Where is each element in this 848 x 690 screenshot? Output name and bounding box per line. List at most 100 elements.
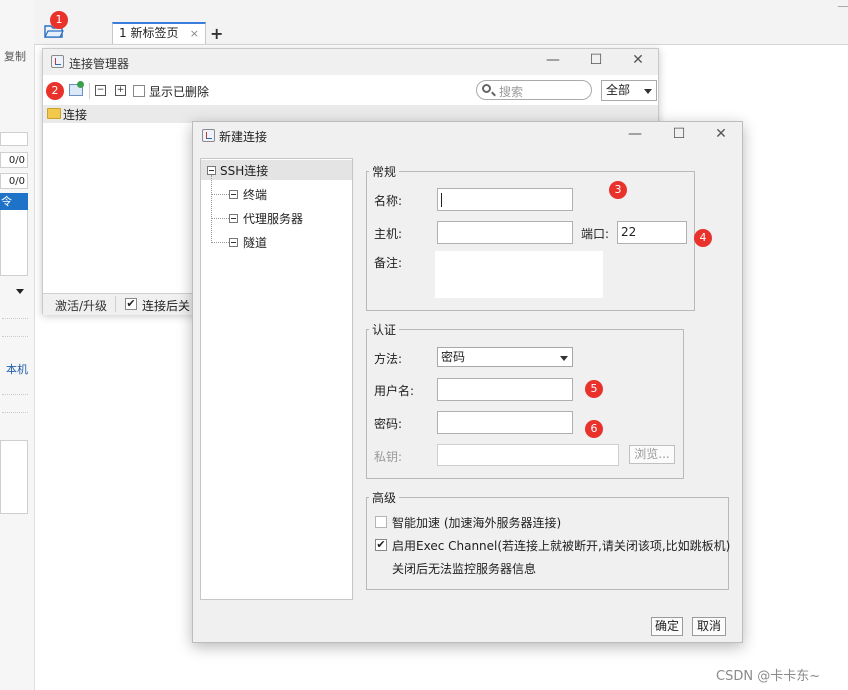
minimize-button[interactable]: —: [538, 52, 568, 68]
close-icon[interactable]: ×: [190, 25, 199, 43]
tab-label: 1 新标签页: [119, 26, 179, 40]
tree-item-proxy[interactable]: 代理服务器: [243, 210, 303, 227]
maximize-button[interactable]: ☐: [581, 52, 611, 68]
port-label: 端口:: [581, 227, 610, 241]
note-label: 备注:: [374, 256, 403, 270]
app-icon: [202, 129, 215, 142]
local-label[interactable]: 本机: [6, 361, 28, 377]
folder-icon: [47, 108, 61, 119]
cancel-button[interactable]: 取消: [692, 617, 726, 636]
divider: [2, 318, 28, 319]
divider: [2, 336, 28, 337]
search-input[interactable]: 搜索: [476, 80, 592, 100]
add-tab-icon[interactable]: +: [210, 24, 223, 43]
new-connection-dialog: 新建连接 — ☐ ✕ SSH连接 终端 代理服务器 隧道 常规 名称: 3 主机…: [192, 121, 743, 643]
filter-select[interactable]: 全部: [601, 80, 657, 101]
tree-item-terminal[interactable]: 终端: [243, 186, 267, 203]
search-placeholder: 搜索: [499, 85, 524, 99]
annotation-badge-2: 2: [46, 82, 64, 100]
minimize-button[interactable]: —: [620, 126, 650, 142]
dialog-title: 新建连接: [219, 130, 268, 144]
name-input[interactable]: [437, 188, 573, 211]
port-input[interactable]: 22: [617, 221, 687, 244]
exec-channel-checkbox[interactable]: ✔: [375, 539, 387, 551]
auth-legend: 认证: [369, 321, 400, 338]
watermark: CSDN @卡卡东~: [716, 669, 821, 684]
method-select[interactable]: 密码: [437, 347, 573, 367]
tree-item-tunnel[interactable]: 隧道: [243, 234, 267, 251]
close-button[interactable]: ✕: [623, 52, 653, 68]
advanced-legend: 高级: [369, 489, 400, 506]
password-label: 密码:: [374, 417, 403, 431]
ok-button[interactable]: 确定: [651, 617, 683, 636]
search-icon: [482, 84, 491, 93]
folder-label: 连接: [63, 108, 88, 122]
window-title: 连接管理器: [69, 57, 130, 71]
tree-line: [211, 218, 229, 219]
private-key-input[interactable]: [437, 444, 619, 466]
method-value: 密码: [441, 350, 466, 364]
annotation-badge-4: 4: [694, 229, 712, 247]
show-deleted-checkbox[interactable]: [133, 85, 145, 97]
annotation-badge-1: 1: [50, 11, 68, 29]
tree-root-label: SSH连接: [220, 164, 269, 178]
settings-tree: SSH连接 终端 代理服务器 隧道: [200, 158, 353, 600]
method-label: 方法:: [374, 352, 403, 366]
left-input[interactable]: [0, 132, 28, 146]
username-input[interactable]: [437, 378, 573, 401]
tree-line: [211, 194, 229, 195]
left-background-panel: 复制 0/0 0/0 令 本机: [0, 0, 35, 690]
host-label: 主机:: [374, 227, 403, 241]
divider: [89, 83, 90, 99]
host-input[interactable]: [437, 221, 573, 244]
name-label: 名称:: [374, 194, 403, 208]
exec-channel-note: 关闭后无法监控服务器信息: [392, 562, 537, 576]
collapse-icon[interactable]: [207, 166, 216, 175]
private-key-label: 私钥:: [374, 450, 403, 464]
tab-bar: 1 新标签页 × +: [34, 0, 848, 45]
chevron-down-icon: [644, 89, 652, 94]
password-input[interactable]: [437, 411, 573, 434]
counter-2: 0/0: [0, 173, 28, 189]
close-button[interactable]: ✕: [706, 126, 736, 142]
text-cursor: [441, 193, 442, 207]
left-list: [0, 210, 28, 276]
left-box: [0, 440, 28, 514]
annotation-badge-5: 5: [585, 380, 603, 398]
general-legend: 常规: [369, 163, 400, 180]
connect-after-label: 连接后关: [142, 299, 191, 313]
app-icon: [51, 55, 64, 68]
title-bar: 连接管理器 — ☐ ✕: [43, 49, 658, 75]
chevron-down-icon: [560, 356, 568, 361]
smart-accel-label: 智能加速 (加速海外服务器连接): [392, 516, 562, 530]
username-label: 用户名:: [374, 384, 415, 398]
connect-after-checkbox[interactable]: ✔: [125, 298, 137, 310]
divider: [2, 394, 28, 395]
maximize-button[interactable]: ☐: [664, 126, 694, 142]
collapse-icon[interactable]: [229, 190, 238, 199]
divider: [2, 412, 28, 413]
counter-1: 0/0: [0, 152, 28, 168]
filter-value: 全部: [606, 83, 631, 97]
annotation-badge-3: 3: [609, 181, 627, 199]
note-textarea[interactable]: [435, 251, 603, 298]
new-connection-icon[interactable]: [69, 81, 84, 96]
collapse-icon[interactable]: [229, 238, 238, 247]
show-deleted-label: 显示已删除: [149, 85, 210, 99]
activate-link[interactable]: 激活/升级: [55, 297, 107, 314]
collapse-icon[interactable]: −: [95, 85, 106, 96]
smart-accel-checkbox[interactable]: [375, 516, 387, 528]
tab-new[interactable]: 1 新标签页 ×: [112, 22, 206, 44]
copy-label[interactable]: 复制: [4, 48, 26, 64]
left-highlight-item[interactable]: 令: [0, 193, 28, 210]
dropdown-arrow-icon[interactable]: [16, 289, 24, 294]
exec-channel-label: 启用Exec Channel(若连接上就被断开,请关闭该项,比如跳板机): [392, 539, 731, 553]
expand-icon[interactable]: +: [115, 85, 126, 96]
browse-button[interactable]: 浏览...: [629, 445, 675, 464]
tree-line: [211, 242, 229, 243]
tree-line: [211, 175, 212, 243]
collapse-icon[interactable]: [229, 214, 238, 223]
window-edge: [838, 0, 848, 7]
divider: [115, 296, 116, 312]
annotation-badge-6: 6: [585, 420, 603, 438]
